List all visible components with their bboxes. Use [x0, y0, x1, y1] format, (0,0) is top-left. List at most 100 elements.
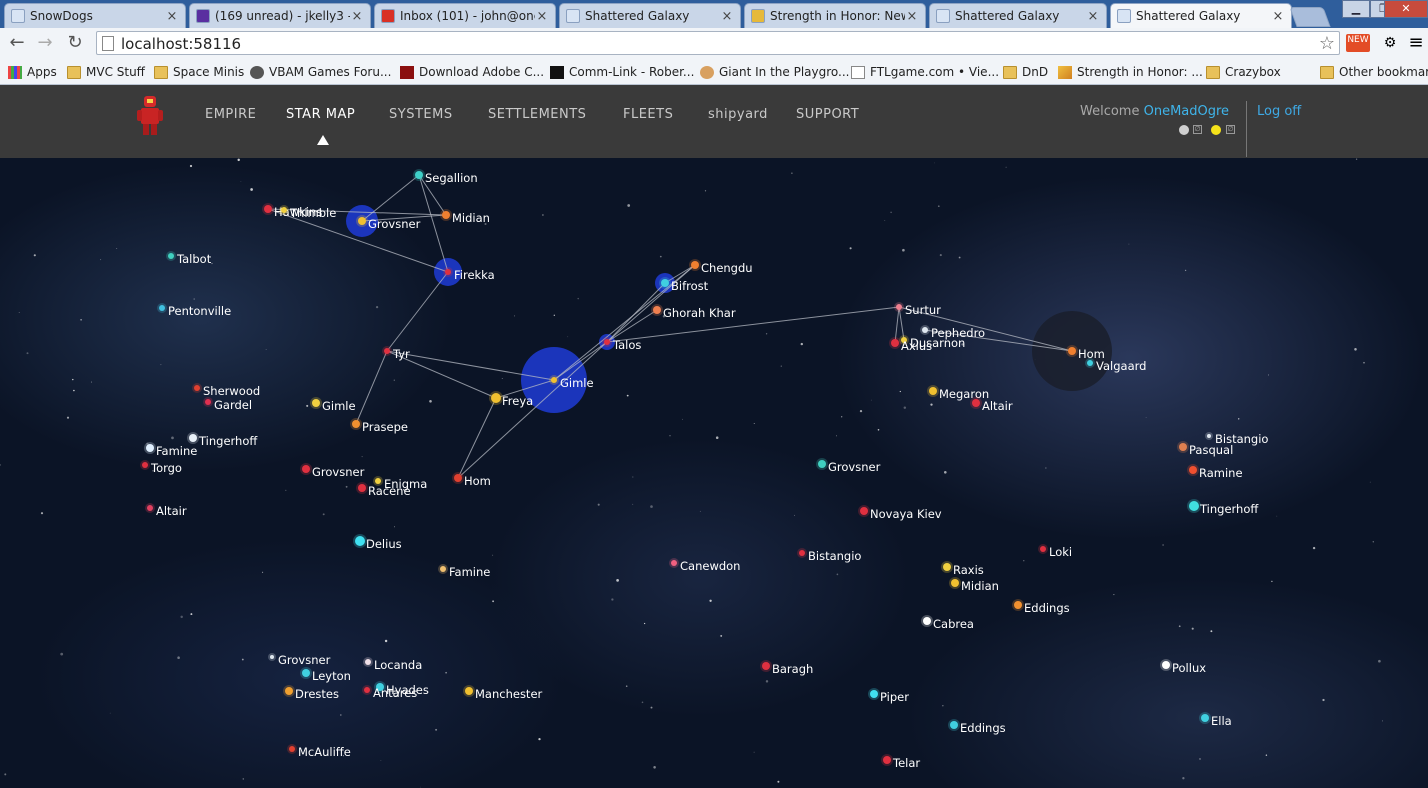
star-icon[interactable] [312, 399, 320, 407]
star-icon[interactable] [1207, 434, 1211, 438]
star-icon[interactable] [194, 385, 200, 391]
system-label[interactable]: Surtur [905, 303, 941, 317]
close-tab-icon[interactable]: × [1271, 9, 1285, 24]
star-system[interactable]: Midian [949, 577, 999, 593]
star-system[interactable]: Leyton [300, 667, 351, 683]
star-icon[interactable] [883, 756, 891, 764]
system-label[interactable]: Tingerhoff [198, 434, 258, 448]
star-map-svg[interactable]: SegallionHawkinsThimbleGrovsner MidianTal… [0, 158, 1428, 788]
system-label[interactable]: Grovsner [278, 653, 331, 667]
star-system[interactable]: Delius [353, 534, 402, 551]
nav-settlements[interactable]: SETTLEMENTS [488, 107, 586, 122]
close-window-icon[interactable]: ✕ [1384, 0, 1428, 18]
star-icon[interactable] [922, 327, 928, 333]
system-label[interactable]: Gimle [560, 376, 594, 390]
star-system[interactable]: Gimle [310, 397, 356, 413]
star-system[interactable]: Sherwood [192, 383, 260, 398]
star-icon[interactable] [147, 505, 153, 511]
bookmark-item[interactable]: Comm-Link - Rober... [550, 62, 694, 82]
system-label[interactable]: Famine [156, 444, 197, 458]
star-system[interactable]: Eddings [1012, 599, 1070, 615]
system-label[interactable]: Torgo [150, 461, 182, 475]
star-system[interactable]: Locanda [363, 657, 422, 672]
star-icon[interactable] [440, 566, 446, 572]
star-icon[interactable] [1201, 714, 1209, 722]
star-system[interactable]: Pentonville [157, 303, 231, 318]
robot-logo-icon[interactable] [137, 95, 165, 137]
system-label[interactable]: Segallion [425, 171, 478, 185]
star-icon[interactable] [943, 563, 951, 571]
star-icon[interactable] [205, 399, 211, 405]
browser-tab[interactable]: Shattered Galaxy × [929, 3, 1107, 28]
star-icon[interactable] [442, 211, 450, 219]
system-label[interactable]: McAuliffe [298, 745, 351, 759]
star-icon[interactable] [972, 399, 980, 407]
star-system[interactable]: Talbot [166, 251, 212, 266]
star-icon[interactable] [929, 387, 937, 395]
close-tab-icon[interactable]: × [165, 9, 179, 24]
star-system[interactable]: Antares [362, 685, 417, 700]
system-label[interactable]: Famine [449, 565, 490, 579]
system-label[interactable]: Tyr [392, 347, 410, 361]
system-label[interactable]: Raxis [953, 563, 984, 577]
system-label[interactable]: Prasepe [362, 420, 408, 434]
star-system[interactable]: Canewdon [669, 558, 740, 573]
star-system[interactable]: Ella [1199, 712, 1232, 728]
browser-tab[interactable]: Shattered Galaxy × [1110, 3, 1292, 28]
browser-tab[interactable]: (169 unread) - jkelly3 - Y × [189, 3, 371, 28]
star-icon[interactable] [355, 536, 365, 546]
system-label[interactable]: Canewdon [680, 559, 740, 573]
star-icon[interactable] [891, 339, 899, 347]
star-system[interactable]: Tyr [382, 346, 410, 361]
system-label[interactable]: Gardel [214, 398, 252, 412]
bookmark-item[interactable]: Space Minis [154, 62, 244, 82]
star-system[interactable]: Raxis [941, 561, 984, 577]
star-system[interactable]: Chengdu [689, 259, 753, 275]
bookmark-item[interactable]: Download Adobe C... [400, 62, 544, 82]
system-label[interactable]: Bifrost [671, 279, 709, 293]
star-system[interactable]: Altair [970, 397, 1013, 413]
star-icon[interactable] [551, 377, 557, 383]
system-label[interactable]: Eddings [1024, 601, 1070, 615]
bookmark-item[interactable]: Strength in Honor: ... [1058, 62, 1203, 82]
star-icon[interactable] [950, 721, 958, 729]
star-icon[interactable] [415, 171, 423, 179]
close-tab-icon[interactable]: × [1086, 9, 1100, 24]
system-label[interactable]: Telar [892, 756, 920, 770]
star-system[interactable]: Midian [440, 209, 490, 225]
system-label[interactable]: Bistangio [808, 549, 861, 563]
address-bar[interactable]: localhost:58116 ☆ [96, 31, 1340, 55]
bookmark-item[interactable]: DnD [1003, 62, 1048, 82]
star-icon[interactable] [302, 669, 310, 677]
system-label[interactable]: Novaya Kiev [870, 507, 942, 521]
system-label[interactable]: Pentonville [168, 304, 231, 318]
nav-star-map[interactable]: STAR MAP [286, 107, 355, 122]
star-system[interactable]: McAuliffe [287, 744, 351, 759]
system-label[interactable]: Chengdu [701, 261, 753, 275]
star-system[interactable]: Surtur [894, 302, 941, 317]
system-label[interactable]: Ramine [1199, 466, 1243, 480]
star-system[interactable]: Torgo [140, 460, 182, 475]
star-icon[interactable] [302, 465, 310, 473]
system-label[interactable]: Thimble [289, 206, 336, 220]
star-icon[interactable] [365, 659, 371, 665]
star-icon[interactable] [661, 279, 669, 287]
bookmark-item[interactable]: Other bookmarks [1320, 62, 1428, 82]
bookmark-item[interactable]: Giant In the Playgro... [700, 62, 849, 82]
menu-icon[interactable]: ≡ [1404, 31, 1428, 55]
star-system[interactable]: Grovsner [268, 653, 331, 667]
star-icon[interactable] [1068, 347, 1076, 355]
browser-tab[interactable]: Shattered Galaxy × [559, 3, 741, 28]
nav-shipyard[interactable]: shipyard [708, 107, 768, 122]
star-icon[interactable] [352, 420, 360, 428]
star-system[interactable]: Pasqual [1177, 441, 1233, 457]
system-label[interactable]: Pollux [1172, 661, 1206, 675]
star-icon[interactable] [358, 217, 366, 225]
nav-support[interactable]: SUPPORT [796, 107, 859, 122]
star-icon[interactable] [1189, 501, 1199, 511]
system-label[interactable]: Racene [368, 484, 411, 498]
star-system[interactable]: Baragh [760, 660, 813, 676]
system-label[interactable]: Hom [464, 474, 491, 488]
star-icon[interactable] [445, 269, 451, 275]
system-label[interactable]: Loki [1049, 545, 1072, 559]
